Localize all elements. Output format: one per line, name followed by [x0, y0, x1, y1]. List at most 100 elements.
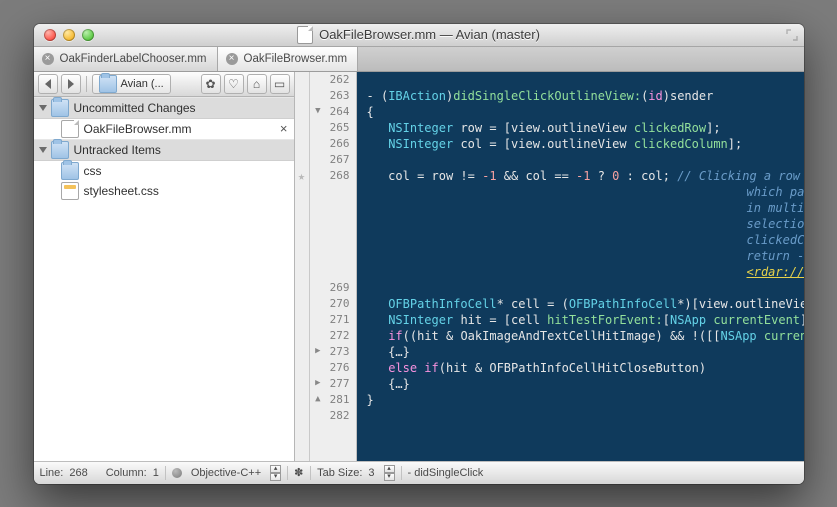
code-line[interactable]: { — [367, 104, 804, 120]
code-line[interactable]: clickedColumn to — [367, 232, 804, 248]
bookmark-slot[interactable] — [295, 72, 309, 88]
line-number[interactable]: 273▶ — [310, 344, 356, 360]
titlebar[interactable]: OakFileBrowser.mm — Avian (master) — [34, 24, 804, 47]
fold-indicator-icon[interactable]: ▲ — [312, 395, 321, 404]
line-number[interactable]: 277▶ — [310, 376, 356, 392]
close-tab-icon[interactable]: × — [42, 53, 54, 65]
discard-change-icon[interactable]: × — [280, 121, 288, 136]
line-number[interactable] — [310, 200, 356, 216]
code-line[interactable]: OFBPathInfoCell* cell = (OFBPathInfoCell… — [367, 296, 804, 312]
bookmark-slot[interactable] — [295, 296, 309, 312]
code-area[interactable]: - (IBAction)didSingleClickOutlineView:(i… — [357, 72, 804, 461]
code-line[interactable] — [367, 280, 804, 296]
bookmark-slot[interactable] — [295, 312, 309, 328]
fold-indicator-icon[interactable]: ▶ — [312, 347, 321, 356]
line-number[interactable]: 271 — [310, 312, 356, 328]
path-popup-button[interactable]: Avian (... — [92, 74, 171, 94]
bookmark-slot[interactable] — [295, 232, 309, 248]
code-line[interactable] — [367, 72, 804, 88]
bookmark-slot[interactable] — [295, 120, 309, 136]
line-number[interactable]: 281▲ — [310, 392, 356, 408]
line-number[interactable] — [310, 248, 356, 264]
code-line[interactable]: NSInteger col = [view.outlineView clicke… — [367, 136, 804, 152]
line-number[interactable]: 266 — [310, 136, 356, 152]
bookmark-slot[interactable] — [295, 280, 309, 296]
line-number[interactable] — [310, 184, 356, 200]
code-line[interactable]: NSInteger row = [view.outlineView clicke… — [367, 120, 804, 136]
home-button[interactable]: ⌂ — [247, 74, 267, 94]
line-number[interactable]: 276 — [310, 360, 356, 376]
code-line[interactable]: if((hit & OakImageAndTextCellHitImage) &… — [367, 328, 804, 344]
line-number[interactable]: 263 — [310, 88, 356, 104]
tree-item[interactable]: stylesheet.css — [34, 181, 294, 201]
line-number[interactable]: 262 — [310, 72, 356, 88]
history-fwd-button[interactable] — [61, 74, 81, 94]
bookmark-slot[interactable] — [295, 392, 309, 408]
tree-group-header[interactable]: Uncommitted Changes — [34, 97, 294, 119]
code-line[interactable]: {…} — [367, 344, 804, 360]
code-line[interactable]: in multi-row — [367, 200, 804, 216]
record-macro-icon[interactable] — [172, 468, 182, 478]
code-line[interactable]: } — [367, 392, 804, 408]
document-proxy-icon[interactable] — [297, 26, 313, 44]
bookmark-slot[interactable] — [295, 408, 309, 424]
line-number[interactable] — [310, 264, 356, 280]
code-line[interactable]: selection causes — [367, 216, 804, 232]
line-number[interactable]: 268 — [310, 168, 356, 184]
computer-button[interactable]: ▭ — [270, 74, 290, 94]
code-editor[interactable]: ★ 262263264▼265266267268269270271272273▶… — [295, 72, 804, 461]
minimize-window-button[interactable] — [63, 29, 75, 41]
tree-group-header[interactable]: Untracked Items — [34, 139, 294, 161]
history-back-button[interactable] — [38, 74, 58, 94]
bookmark-slot[interactable] — [295, 136, 309, 152]
bookmark-slot[interactable] — [295, 344, 309, 360]
bookmark-slot[interactable] — [295, 104, 309, 120]
line-number[interactable] — [310, 216, 356, 232]
line-number[interactable]: 270 — [310, 296, 356, 312]
code-line[interactable]: {…} — [367, 376, 804, 392]
bookmark-slot[interactable] — [295, 376, 309, 392]
code-line[interactable]: - (IBAction)didSingleClickOutlineView:(i… — [367, 88, 804, 104]
bookmark-slot[interactable] — [295, 264, 309, 280]
language-stepper[interactable]: ▴▾ — [270, 465, 281, 481]
fullscreen-icon[interactable] — [786, 29, 798, 41]
code-line[interactable]: return -1 — [367, 248, 804, 264]
code-line[interactable]: <rdar://10382268> — [367, 264, 804, 280]
scm-button[interactable]: ✿ — [201, 74, 221, 94]
tree-item[interactable]: OakFileBrowser.mm × — [34, 119, 294, 139]
document-tab[interactable]: × OakFinderLabelChooser.mm — [34, 47, 218, 71]
language-popup[interactable]: Objective-C++ — [191, 467, 261, 479]
close-tab-icon[interactable]: × — [226, 53, 238, 65]
line-number[interactable]: 282 — [310, 408, 356, 424]
line-number[interactable] — [310, 232, 356, 248]
close-window-button[interactable] — [44, 29, 56, 41]
bookmark-slot[interactable] — [295, 216, 309, 232]
disclosure-triangle-icon[interactable] — [39, 147, 47, 153]
zoom-window-button[interactable] — [82, 29, 94, 41]
line-number[interactable]: 265 — [310, 120, 356, 136]
bookmark-slot[interactable] — [295, 200, 309, 216]
code-line[interactable]: which participates — [367, 184, 804, 200]
favorite-button[interactable]: ♡ — [224, 74, 244, 94]
bookmark-slot[interactable] — [295, 328, 309, 344]
bookmark-slot[interactable] — [295, 152, 309, 168]
code-line[interactable]: NSInteger hit = [cell hitTestForEvent:[N… — [367, 312, 804, 328]
file-tree[interactable]: Uncommitted Changes OakFileBrowser.mm × … — [34, 97, 294, 461]
bookmark-slot[interactable] — [295, 184, 309, 200]
document-tab[interactable]: × OakFileBrowser.mm — [218, 47, 359, 71]
tree-item[interactable]: css — [34, 161, 294, 181]
code-line[interactable]: else if(hit & OFBPathInfoCellHitCloseBut… — [367, 360, 804, 376]
current-symbol[interactable]: - didSingleClick — [408, 467, 484, 479]
disclosure-triangle-icon[interactable] — [39, 105, 47, 111]
bookmark-strip[interactable]: ★ — [295, 72, 310, 461]
line-number[interactable]: 264▼ — [310, 104, 356, 120]
line-number[interactable]: 269 — [310, 280, 356, 296]
code-line[interactable]: col = row != -1 && col == -1 ? 0 : col; … — [367, 168, 804, 184]
code-line[interactable] — [367, 152, 804, 168]
line-number[interactable]: 272 — [310, 328, 356, 344]
bookmark-slot[interactable] — [295, 360, 309, 376]
line-number-gutter[interactable]: 262263264▼265266267268269270271272273▶27… — [310, 72, 357, 461]
tab-size-stepper[interactable]: ▴▾ — [384, 465, 395, 481]
bookmark-slot[interactable] — [295, 248, 309, 264]
bookmark-slot[interactable]: ★ — [295, 168, 309, 184]
